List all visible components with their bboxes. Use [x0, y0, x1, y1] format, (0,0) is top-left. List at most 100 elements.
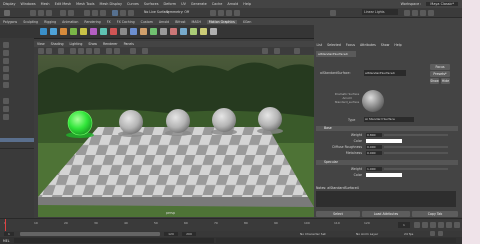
mash-time-icon[interactable] [80, 28, 87, 35]
menu-generate[interactable]: Generate [191, 2, 207, 6]
shelf-tab-custom[interactable]: Custom [141, 20, 153, 24]
render-frame-icon[interactable] [210, 9, 216, 16]
shelf-tab-animation[interactable]: Animation [62, 20, 78, 24]
mash-distribute-icon[interactable] [50, 28, 57, 35]
snap-grid-icon[interactable] [112, 9, 118, 16]
ipr-render-icon[interactable] [218, 9, 224, 16]
scale-tool-icon[interactable] [3, 82, 9, 88]
auto-key-icon[interactable] [430, 231, 435, 236]
perspective-viewport[interactable]: persp [38, 55, 314, 217]
load-attributes-button[interactable]: Load Attributes [362, 211, 410, 217]
lasso-tool-icon[interactable] [3, 50, 9, 56]
shadows-icon[interactable] [106, 47, 112, 54]
viewport-menu-panels[interactable]: Panels [124, 42, 134, 46]
menu-mesh-display[interactable]: Mesh Display [100, 2, 123, 6]
camera-attrs-icon[interactable] [46, 47, 52, 54]
anim-layer-dropdown[interactable]: No Anim Layer [356, 232, 378, 236]
save-scene-icon[interactable] [46, 9, 52, 16]
diffuse-roughness-field[interactable]: 0.000 [366, 145, 382, 149]
shelf-tab-sculpting[interactable]: Sculpting [23, 20, 38, 24]
shelf-tab-bifrost[interactable]: Bifrost [175, 20, 185, 24]
ae-node-name-field[interactable]: aiStandardSurface4 [364, 70, 406, 76]
select-button[interactable]: Select [316, 211, 360, 217]
open-scene-icon[interactable] [38, 9, 44, 16]
four-view-icon[interactable] [3, 106, 9, 112]
specular-color-swatch[interactable] [366, 173, 402, 177]
fps-dropdown[interactable]: 24 fps [404, 232, 413, 236]
sign-in-icon[interactable] [330, 9, 336, 16]
mash-dynamics-icon[interactable] [100, 28, 107, 35]
ae-show-button[interactable]: Show [430, 78, 439, 84]
viewport-menu-renderer[interactable]: Renderer [103, 42, 118, 46]
menu-curves[interactable]: Curves [127, 2, 139, 6]
mash-spring-icon[interactable] [200, 28, 207, 35]
move-tool-icon[interactable] [3, 66, 9, 72]
ae-menu-focus[interactable]: Focus [346, 43, 355, 47]
menu-help[interactable]: Help [243, 2, 251, 6]
menu-deform[interactable]: Deform [164, 2, 177, 6]
menu-arnold[interactable]: Arnold [227, 2, 238, 6]
section-specular-header[interactable]: Specular [316, 160, 458, 165]
viewport-menu-show[interactable]: Show [88, 42, 97, 46]
metalness-slider[interactable] [384, 152, 448, 154]
ae-menu-help[interactable]: Help [394, 43, 401, 47]
select-component-icon[interactable] [100, 9, 106, 16]
render-settings-icon[interactable] [226, 9, 232, 16]
ambient-occlusion-icon[interactable] [114, 47, 120, 54]
mel-label[interactable]: MEL [3, 239, 10, 243]
mash-curve-icon[interactable] [130, 28, 137, 35]
section-base-header[interactable]: Base [316, 126, 458, 131]
ae-hide-button[interactable]: Hide [441, 78, 450, 84]
time-slider[interactable]: 1 10 20 30 40 50 60 70 80 90 100 110 120… [0, 218, 480, 232]
playback-end-field[interactable]: 200 [182, 232, 196, 236]
select-tool-icon[interactable] [3, 42, 9, 48]
textured-icon[interactable] [86, 47, 92, 54]
menu-mesh-tools[interactable]: Mesh Tools [76, 2, 94, 6]
mash-id-icon[interactable] [160, 28, 167, 35]
shelf-tab-motion-graphics[interactable]: Motion Graphics [206, 19, 237, 24]
tool-settings-icon[interactable] [420, 9, 426, 16]
diffuse-roughness-slider[interactable] [384, 146, 448, 148]
base-weight-slider[interactable] [384, 134, 448, 136]
shelf-tab-rigging[interactable]: Rigging [44, 20, 56, 24]
mash-transform-icon[interactable] [140, 28, 147, 35]
outliner-layout-icon[interactable] [3, 114, 9, 120]
mash-world-icon[interactable] [190, 28, 197, 35]
modeling-toolkit-icon[interactable] [404, 9, 410, 16]
go-to-end-icon[interactable] [454, 222, 460, 228]
camera-select-icon[interactable] [38, 47, 44, 54]
range-end-field[interactable]: 120 [164, 232, 178, 236]
mash-color-icon[interactable] [70, 28, 77, 35]
color-management-icon[interactable] [294, 47, 300, 54]
play-backwards-icon[interactable] [430, 222, 436, 228]
ae-node-tab[interactable]: aiStandardSurface4 [316, 51, 356, 57]
ae-menu-show[interactable]: Show [381, 43, 390, 47]
paint-select-icon[interactable] [3, 58, 9, 64]
mash-replicator-icon[interactable] [120, 28, 127, 35]
undo-icon[interactable] [60, 9, 66, 16]
menu-windows[interactable]: Windows [21, 2, 36, 6]
xray-icon[interactable] [142, 47, 148, 54]
current-frame-field[interactable]: 1 [398, 222, 410, 228]
shelf-tab-rendering[interactable]: Rendering [84, 20, 100, 24]
lights-icon[interactable] [94, 47, 100, 54]
command-input[interactable] [14, 238, 214, 243]
shelf-tab-arnold[interactable]: Arnold [159, 20, 169, 24]
viewport-menu-view[interactable]: View [37, 42, 45, 46]
single-view-icon[interactable] [3, 98, 9, 104]
go-to-start-icon[interactable] [414, 222, 420, 228]
menu-display[interactable]: Display [3, 2, 16, 6]
rotate-tool-icon[interactable] [3, 74, 9, 80]
viewport-menu-shading[interactable]: Shading [51, 42, 64, 46]
outliner-selected-row[interactable] [0, 138, 34, 142]
mash-signal-icon[interactable] [90, 28, 97, 35]
exposure-icon[interactable] [262, 47, 268, 54]
select-object-icon[interactable] [92, 9, 98, 16]
viewport-menu-lighting[interactable]: Lighting [70, 42, 83, 46]
mash-offset-icon[interactable] [180, 28, 187, 35]
step-forward-icon[interactable] [446, 222, 452, 228]
ae-menu-list[interactable]: List [317, 43, 323, 47]
shelf-tab-polygons[interactable]: Polygons [3, 20, 17, 24]
menu-mesh[interactable]: Mesh [41, 2, 50, 6]
wireframe-icon[interactable] [70, 47, 76, 54]
